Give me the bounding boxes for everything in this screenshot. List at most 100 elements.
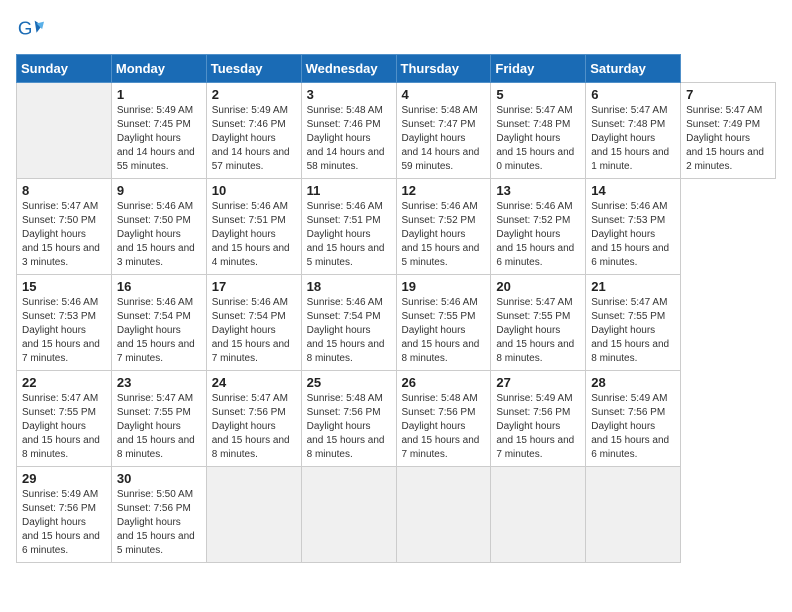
day-number: 14: [591, 183, 675, 198]
day-info: Sunrise: 5:47 AM Sunset: 7:48 PM Dayligh…: [496, 104, 580, 174]
day-number: 1: [117, 87, 201, 102]
col-header-monday: Monday: [111, 55, 206, 83]
day-info: Sunrise: 5:47 AM Sunset: 7:49 PM Dayligh…: [686, 104, 770, 174]
day-number: 6: [591, 87, 675, 102]
calendar-cell: [206, 467, 301, 563]
day-info: Sunrise: 5:46 AM Sunset: 7:52 PM Dayligh…: [496, 200, 580, 270]
col-header-saturday: Saturday: [586, 55, 681, 83]
calendar-cell: [586, 467, 681, 563]
logo-icon: G: [16, 16, 44, 44]
day-info: Sunrise: 5:49 AM Sunset: 7:46 PM Dayligh…: [212, 104, 296, 174]
day-number: 17: [212, 279, 296, 294]
calendar-header-row: SundayMondayTuesdayWednesdayThursdayFrid…: [17, 55, 776, 83]
calendar-cell: 18 Sunrise: 5:46 AM Sunset: 7:54 PM Dayl…: [301, 275, 396, 371]
calendar-cell: [301, 467, 396, 563]
day-number: 15: [22, 279, 106, 294]
calendar-cell: 8 Sunrise: 5:47 AM Sunset: 7:50 PM Dayli…: [17, 179, 112, 275]
calendar-cell: 16 Sunrise: 5:46 AM Sunset: 7:54 PM Dayl…: [111, 275, 206, 371]
calendar-cell: 7 Sunrise: 5:47 AM Sunset: 7:49 PM Dayli…: [681, 83, 776, 179]
day-info: Sunrise: 5:47 AM Sunset: 7:55 PM Dayligh…: [22, 392, 106, 462]
day-number: 16: [117, 279, 201, 294]
day-number: 20: [496, 279, 580, 294]
calendar-cell: 30 Sunrise: 5:50 AM Sunset: 7:56 PM Dayl…: [111, 467, 206, 563]
day-number: 7: [686, 87, 770, 102]
day-info: Sunrise: 5:49 AM Sunset: 7:56 PM Dayligh…: [22, 488, 106, 558]
col-header-sunday: Sunday: [17, 55, 112, 83]
day-info: Sunrise: 5:48 AM Sunset: 7:47 PM Dayligh…: [402, 104, 486, 174]
calendar-cell: 21 Sunrise: 5:47 AM Sunset: 7:55 PM Dayl…: [586, 275, 681, 371]
calendar-cell: 4 Sunrise: 5:48 AM Sunset: 7:47 PM Dayli…: [396, 83, 491, 179]
calendar-week-4: 29 Sunrise: 5:49 AM Sunset: 7:56 PM Dayl…: [17, 467, 776, 563]
calendar-cell: [396, 467, 491, 563]
calendar-cell: 14 Sunrise: 5:46 AM Sunset: 7:53 PM Dayl…: [586, 179, 681, 275]
day-number: 22: [22, 375, 106, 390]
calendar-cell: [17, 83, 112, 179]
day-info: Sunrise: 5:46 AM Sunset: 7:53 PM Dayligh…: [591, 200, 675, 270]
day-info: Sunrise: 5:46 AM Sunset: 7:52 PM Dayligh…: [402, 200, 486, 270]
calendar-cell: [491, 467, 586, 563]
calendar-cell: 17 Sunrise: 5:46 AM Sunset: 7:54 PM Dayl…: [206, 275, 301, 371]
calendar-cell: 25 Sunrise: 5:48 AM Sunset: 7:56 PM Dayl…: [301, 371, 396, 467]
day-number: 18: [307, 279, 391, 294]
day-info: Sunrise: 5:46 AM Sunset: 7:51 PM Dayligh…: [212, 200, 296, 270]
day-info: Sunrise: 5:48 AM Sunset: 7:56 PM Dayligh…: [402, 392, 486, 462]
svg-text:G: G: [18, 18, 33, 39]
calendar-cell: 1 Sunrise: 5:49 AM Sunset: 7:45 PM Dayli…: [111, 83, 206, 179]
calendar-cell: 15 Sunrise: 5:46 AM Sunset: 7:53 PM Dayl…: [17, 275, 112, 371]
header: G: [16, 16, 776, 44]
day-info: Sunrise: 5:46 AM Sunset: 7:51 PM Dayligh…: [307, 200, 391, 270]
day-info: Sunrise: 5:47 AM Sunset: 7:55 PM Dayligh…: [117, 392, 201, 462]
day-info: Sunrise: 5:46 AM Sunset: 7:55 PM Dayligh…: [402, 296, 486, 366]
calendar-cell: 20 Sunrise: 5:47 AM Sunset: 7:55 PM Dayl…: [491, 275, 586, 371]
day-info: Sunrise: 5:48 AM Sunset: 7:46 PM Dayligh…: [307, 104, 391, 174]
calendar-cell: 11 Sunrise: 5:46 AM Sunset: 7:51 PM Dayl…: [301, 179, 396, 275]
day-number: 30: [117, 471, 201, 486]
day-number: 26: [402, 375, 486, 390]
logo: G: [16, 16, 48, 44]
day-number: 3: [307, 87, 391, 102]
day-info: Sunrise: 5:49 AM Sunset: 7:56 PM Dayligh…: [496, 392, 580, 462]
col-header-thursday: Thursday: [396, 55, 491, 83]
calendar-cell: 22 Sunrise: 5:47 AM Sunset: 7:55 PM Dayl…: [17, 371, 112, 467]
calendar-cell: 13 Sunrise: 5:46 AM Sunset: 7:52 PM Dayl…: [491, 179, 586, 275]
day-number: 27: [496, 375, 580, 390]
day-info: Sunrise: 5:46 AM Sunset: 7:54 PM Dayligh…: [212, 296, 296, 366]
calendar-cell: 29 Sunrise: 5:49 AM Sunset: 7:56 PM Dayl…: [17, 467, 112, 563]
calendar-table: SundayMondayTuesdayWednesdayThursdayFrid…: [16, 54, 776, 563]
calendar-cell: 5 Sunrise: 5:47 AM Sunset: 7:48 PM Dayli…: [491, 83, 586, 179]
calendar-cell: 23 Sunrise: 5:47 AM Sunset: 7:55 PM Dayl…: [111, 371, 206, 467]
calendar-cell: 19 Sunrise: 5:46 AM Sunset: 7:55 PM Dayl…: [396, 275, 491, 371]
calendar-week-3: 22 Sunrise: 5:47 AM Sunset: 7:55 PM Dayl…: [17, 371, 776, 467]
day-info: Sunrise: 5:50 AM Sunset: 7:56 PM Dayligh…: [117, 488, 201, 558]
day-info: Sunrise: 5:47 AM Sunset: 7:56 PM Dayligh…: [212, 392, 296, 462]
calendar-cell: 28 Sunrise: 5:49 AM Sunset: 7:56 PM Dayl…: [586, 371, 681, 467]
day-number: 10: [212, 183, 296, 198]
calendar-cell: 24 Sunrise: 5:47 AM Sunset: 7:56 PM Dayl…: [206, 371, 301, 467]
day-number: 13: [496, 183, 580, 198]
calendar-week-1: 8 Sunrise: 5:47 AM Sunset: 7:50 PM Dayli…: [17, 179, 776, 275]
day-number: 12: [402, 183, 486, 198]
day-number: 29: [22, 471, 106, 486]
day-number: 24: [212, 375, 296, 390]
calendar-cell: 9 Sunrise: 5:46 AM Sunset: 7:50 PM Dayli…: [111, 179, 206, 275]
day-info: Sunrise: 5:47 AM Sunset: 7:50 PM Dayligh…: [22, 200, 106, 270]
day-info: Sunrise: 5:46 AM Sunset: 7:54 PM Dayligh…: [307, 296, 391, 366]
day-number: 5: [496, 87, 580, 102]
day-info: Sunrise: 5:48 AM Sunset: 7:56 PM Dayligh…: [307, 392, 391, 462]
day-info: Sunrise: 5:46 AM Sunset: 7:54 PM Dayligh…: [117, 296, 201, 366]
calendar-cell: 2 Sunrise: 5:49 AM Sunset: 7:46 PM Dayli…: [206, 83, 301, 179]
day-info: Sunrise: 5:47 AM Sunset: 7:48 PM Dayligh…: [591, 104, 675, 174]
day-number: 9: [117, 183, 201, 198]
day-number: 21: [591, 279, 675, 294]
calendar-week-0: 1 Sunrise: 5:49 AM Sunset: 7:45 PM Dayli…: [17, 83, 776, 179]
day-info: Sunrise: 5:47 AM Sunset: 7:55 PM Dayligh…: [591, 296, 675, 366]
day-number: 11: [307, 183, 391, 198]
day-number: 25: [307, 375, 391, 390]
day-number: 8: [22, 183, 106, 198]
day-number: 28: [591, 375, 675, 390]
calendar-cell: 26 Sunrise: 5:48 AM Sunset: 7:56 PM Dayl…: [396, 371, 491, 467]
day-info: Sunrise: 5:46 AM Sunset: 7:50 PM Dayligh…: [117, 200, 201, 270]
day-info: Sunrise: 5:46 AM Sunset: 7:53 PM Dayligh…: [22, 296, 106, 366]
day-info: Sunrise: 5:47 AM Sunset: 7:55 PM Dayligh…: [496, 296, 580, 366]
calendar-cell: 10 Sunrise: 5:46 AM Sunset: 7:51 PM Dayl…: [206, 179, 301, 275]
